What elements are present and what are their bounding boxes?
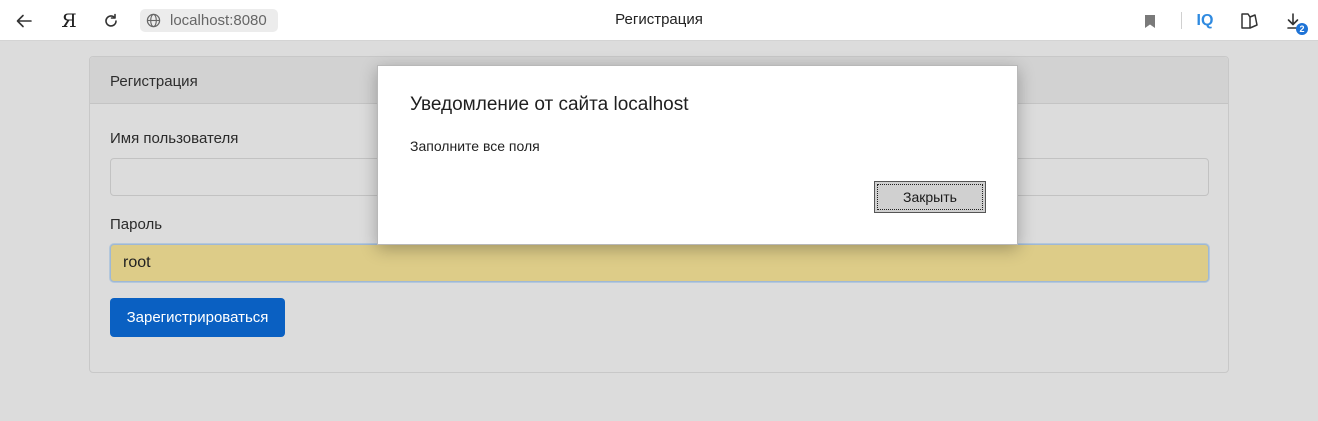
collections-icon[interactable] bbox=[1236, 8, 1262, 34]
register-button[interactable]: Зарегистрироваться bbox=[110, 298, 285, 337]
dialog-title: Уведомление от сайта localhost bbox=[410, 94, 689, 115]
close-button[interactable]: Закрыть bbox=[874, 181, 986, 213]
downloads-count-badge: 2 bbox=[1296, 23, 1308, 35]
bookmark-icon[interactable] bbox=[1137, 8, 1163, 34]
iq-icon[interactable]: IQ bbox=[1192, 8, 1218, 34]
page-title: Регистрация bbox=[615, 11, 703, 28]
password-label: Пароль bbox=[110, 216, 163, 233]
alert-dialog: Уведомление от сайта localhost Заполните… bbox=[377, 65, 1018, 245]
browser-toolbar: Я localhost:8080 Регистрация IQ 2 bbox=[0, 0, 1318, 41]
toolbar-divider bbox=[1181, 12, 1182, 29]
username-label: Имя пользователя bbox=[110, 130, 239, 147]
dialog-message: Заполните все поля bbox=[410, 138, 540, 154]
password-field[interactable]: root bbox=[110, 244, 1209, 282]
